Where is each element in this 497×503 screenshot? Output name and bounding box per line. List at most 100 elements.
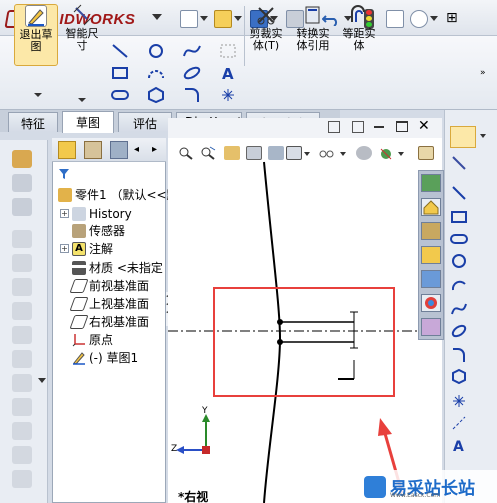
arc-icon[interactable] (146, 64, 166, 82)
chevron-down-icon[interactable] (430, 16, 438, 21)
text-icon[interactable]: A (218, 64, 238, 83)
tabs-scroll-right-icon[interactable]: ▸ (152, 144, 157, 155)
instant3d-icon[interactable] (12, 470, 32, 488)
polygon-icon[interactable] (450, 368, 468, 386)
appearances-icon[interactable] (421, 318, 441, 336)
rib-icon[interactable] (12, 302, 32, 320)
expand-icon[interactable]: + (60, 244, 69, 253)
circle-icon[interactable] (146, 42, 166, 60)
grid-snap-icon[interactable] (218, 42, 238, 60)
origin-icon (72, 333, 86, 347)
svg-text:A: A (222, 65, 234, 82)
offset-entities-button[interactable]: 等距实 体 (340, 4, 378, 66)
rectangle-icon[interactable] (450, 208, 468, 226)
window-icon[interactable] (352, 121, 364, 133)
chevron-down-icon[interactable] (34, 93, 42, 97)
slot-icon[interactable] (110, 86, 130, 104)
property-manager-tab-icon[interactable] (84, 141, 102, 159)
trim-entities-button[interactable]: 剪裁实 体(T) (246, 4, 286, 66)
chevron-down-icon[interactable] (480, 134, 486, 138)
search-results-icon[interactable] (421, 270, 441, 288)
point-icon[interactable] (450, 392, 468, 410)
tree-filter-field[interactable] (56, 166, 162, 182)
tree-item-front-plane[interactable]: 前视基准面 (69, 277, 149, 294)
chevron-down-icon[interactable] (78, 98, 86, 102)
tree-item-sensors[interactable]: 传感器 (72, 222, 125, 239)
tree-item-sketch1[interactable]: (-) 草图1 (72, 349, 138, 366)
polygon-icon[interactable] (146, 86, 166, 104)
file-explorer-icon[interactable] (421, 246, 441, 264)
draft-icon[interactable] (12, 350, 32, 368)
smart-dimension-icon[interactable] (450, 154, 468, 172)
fillet-icon[interactable] (450, 346, 468, 364)
line-icon[interactable] (110, 42, 130, 60)
tab-features[interactable]: 特征 (8, 112, 58, 132)
logo-menu-caret-icon[interactable] (152, 14, 162, 20)
line-icon[interactable] (450, 184, 468, 202)
restore-icon[interactable] (396, 121, 408, 132)
hole-wizard-icon[interactable] (12, 398, 32, 416)
view-palette-icon[interactable] (421, 294, 441, 312)
tree-root-part[interactable]: 零件1 （默认<<默 (58, 186, 179, 203)
ellipse-icon[interactable] (182, 64, 202, 82)
slot-icon[interactable] (450, 230, 468, 248)
sketch-icon[interactable] (450, 126, 476, 148)
window-icon[interactable] (328, 121, 340, 133)
mirror-icon[interactable] (12, 374, 32, 392)
chevron-down-icon[interactable] (38, 378, 46, 383)
smart-dimension-button[interactable]: 智能尺 寸 (62, 4, 102, 66)
tabs-scroll-left-icon[interactable]: ◂ (134, 144, 139, 155)
revolve-icon[interactable] (12, 174, 32, 192)
tree-item-top-plane[interactable]: 上视基准面 (69, 295, 149, 312)
convert-entities-button[interactable]: 转换实 体引用 (290, 4, 336, 66)
more-commands-icon[interactable]: » (480, 68, 488, 78)
tree-item-right-plane[interactable]: 右视基准面 (69, 313, 149, 330)
reference-geometry-icon[interactable] (12, 422, 32, 440)
design-library-icon[interactable] (421, 222, 441, 240)
spline-icon[interactable] (182, 42, 202, 60)
ellipse-icon[interactable] (450, 322, 468, 340)
options-icon[interactable] (386, 10, 404, 28)
home-icon[interactable] (421, 198, 441, 216)
options-gear-icon[interactable] (410, 10, 428, 28)
extruded-boss-icon[interactable] (12, 150, 32, 168)
cut-extrude-icon[interactable] (12, 230, 32, 248)
close-icon[interactable]: ✕ (418, 118, 430, 134)
tree-item-material[interactable]: 材质 <未指定 (72, 259, 163, 276)
open-folder-icon[interactable] (214, 10, 232, 28)
fillet-feature-icon[interactable] (12, 254, 32, 272)
sketch-canvas[interactable] (168, 138, 442, 503)
tree-item-annotations[interactable]: + A 注解 (60, 240, 113, 257)
new-document-icon[interactable] (180, 10, 198, 28)
tree-item-label: 注解 (89, 242, 114, 256)
curves-icon[interactable] (12, 446, 32, 464)
tab-evaluate[interactable]: 评估 (118, 112, 172, 132)
chamfer-icon[interactable] (12, 278, 32, 296)
expand-icon[interactable]: + (60, 209, 69, 218)
centerline-icon[interactable] (450, 414, 468, 432)
chevron-down-icon[interactable] (234, 16, 242, 21)
watermark-logo-icon (364, 475, 386, 498)
circle-icon[interactable] (450, 252, 468, 270)
arc-icon[interactable] (450, 276, 468, 294)
chevron-down-icon[interactable] (200, 16, 208, 21)
tree-item-history[interactable]: + History (60, 205, 132, 222)
sketch-endpoint (277, 319, 283, 325)
text-icon[interactable]: A (450, 436, 468, 455)
plane-icon (69, 278, 89, 293)
spline-icon[interactable] (450, 300, 468, 318)
fillet-icon[interactable] (182, 86, 202, 104)
minimize-icon[interactable] (374, 126, 384, 128)
configuration-manager-tab-icon[interactable] (110, 141, 128, 159)
exit-sketch-button[interactable]: 退出草 图 (14, 4, 58, 66)
trim-icon (255, 4, 277, 26)
rectangle-icon[interactable] (110, 64, 130, 82)
feature-manager-tab-icon[interactable] (58, 141, 76, 159)
tree-item-origin[interactable]: 原点 (72, 331, 113, 348)
solidworks-resources-icon[interactable] (421, 174, 441, 192)
sweep-icon[interactable] (12, 198, 32, 216)
shell-icon[interactable] (12, 326, 32, 344)
point-icon[interactable] (218, 86, 238, 104)
fullscreen-icon[interactable]: ⊞ (446, 10, 464, 28)
tab-sketch[interactable]: 草图 (62, 111, 114, 133)
